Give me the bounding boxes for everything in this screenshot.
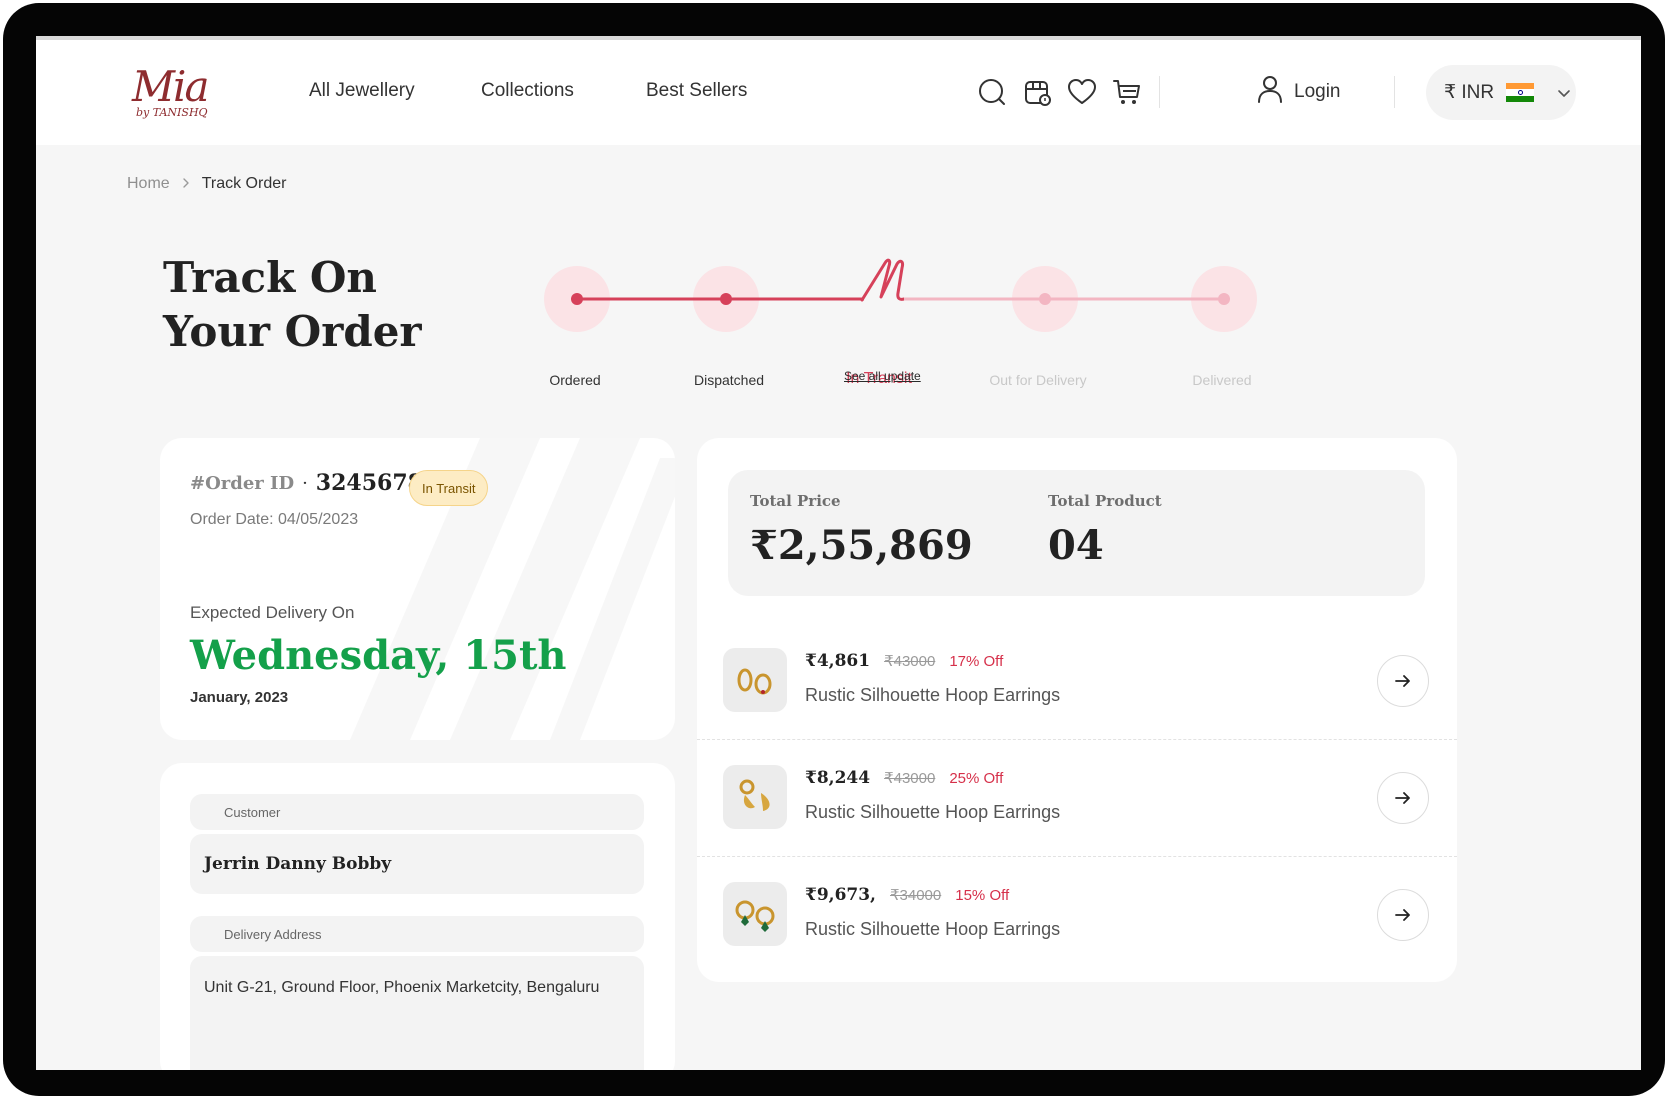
product-details-button[interactable] [1377,772,1429,824]
nav-best-sellers[interactable]: Best Sellers [646,80,747,102]
logo-subtext: by TANISHQ [136,106,208,119]
tracker-m-logo [860,258,906,302]
order-id-separator: · [302,472,308,494]
product-price-current: ₹4,861 [805,651,871,671]
arrow-right-icon [1395,909,1410,921]
product-price-original: ₹43000 [884,653,936,670]
page-title: Track On Your Order [163,251,422,359]
customer-card: Customer Jerrin Danny Bobby Delivery Add… [160,763,675,1070]
product-name: Rustic Silhouette Hoop Earrings [805,685,1061,705]
breadcrumb-home[interactable]: Home [127,175,170,193]
step-label-delivered: Delivered [1192,372,1252,388]
see-all-updates-link[interactable]: See all update [844,369,921,383]
header-divider [1159,76,1160,108]
chevron-down-icon [1556,85,1572,101]
order-id-number: 3245678 [315,470,423,496]
total-price-label: Total Price [750,492,841,510]
screen: Mia by TANISHQ All Jewellery Collections… [36,36,1641,1070]
expected-delivery-label: Expected Delivery On [190,603,355,622]
totals-panel: Total Price ₹2,55,869 Total Product 04 [728,470,1425,596]
logo-wordmark: Mia [132,62,209,111]
product-price-current: ₹8,244 [805,768,871,788]
chevron-right-icon [180,176,192,192]
heart-icon[interactable] [1066,76,1098,108]
arrow-right-icon [1395,792,1410,804]
product-discount: 15% Off [955,887,1010,904]
product-name: Rustic Silhouette Hoop Earrings [805,919,1061,939]
header-divider [1394,76,1395,108]
product-image [723,648,787,712]
total-price-value: ₹2,55,869 [750,522,973,569]
search-icon[interactable] [976,76,1008,108]
breadcrumb: Home Track Order [127,175,286,193]
delivery-address-line-1: Unit G-21, Ground Floor, Phoenix Marketc… [204,979,600,996]
expected-delivery-day: Wednesday, 15th [190,632,567,679]
arrow-right-icon [1395,675,1410,687]
customer-label: Customer [190,794,644,830]
order-date: Order Date: 04/05/2023 [190,511,359,528]
page-title-line-1: Track On [163,253,377,302]
product-details-button[interactable] [1377,889,1429,941]
breadcrumb-current: Track Order [201,175,287,192]
login-label: Login [1294,81,1341,102]
customer-name: Jerrin Danny Bobby [190,834,644,894]
order-info-card: #Order ID · 3245678 In Transit Order Dat… [160,438,675,740]
product-price-original: ₹34000 [889,887,942,904]
cart-icon[interactable] [1111,76,1143,108]
product-discount: 25% Off [949,770,1004,787]
product-name: Rustic Silhouette Hoop Earrings [805,802,1061,822]
product-price: ₹4,861 ₹43000 17% Off [805,651,1003,671]
status-badge: In Transit [409,470,489,506]
product-price-original: ₹43000 [884,770,936,787]
site-header: Mia by TANISHQ All Jewellery Collections… [36,40,1641,145]
order-id-label: #Order ID [190,472,295,494]
product-price: ₹9,673, ₹34000 15% Off [805,885,1009,905]
product-row[interactable]: ₹4,861 ₹43000 17% Off Rustic Silhouette … [697,623,1457,740]
india-flag-icon [1506,83,1535,102]
page-title-line-2: Your Order [163,307,422,356]
step-label-out-for-delivery: Out for Delivery [989,372,1087,388]
total-product-label: Total Product [1048,492,1162,510]
step-dot-dispatched [720,293,732,305]
step-dot-out-for-delivery [1039,293,1051,305]
store-icon[interactable] [1021,76,1053,108]
brand-logo[interactable]: Mia by TANISHQ [132,62,212,126]
login-button[interactable]: Login [1256,76,1341,108]
step-label-dispatched: Dispatched [693,372,765,388]
delivery-address-label: Delivery Address [190,916,644,952]
order-progress-tracker: Ordered Dispatched In Transit Out for De… [536,231,1296,391]
currency-selector[interactable]: ₹ INR [1426,65,1576,120]
user-icon [1256,74,1284,110]
product-discount: 17% Off [949,653,1004,670]
step-label-ordered: Ordered [549,372,601,388]
currency-label: ₹ INR [1444,82,1495,103]
tracker-graphic [544,258,1257,332]
product-details-button[interactable] [1377,655,1429,707]
product-image [723,765,787,829]
product-image [723,882,787,946]
nav-collections[interactable]: Collections [481,80,574,102]
step-dot-delivered [1218,293,1230,305]
expected-delivery-month-year: January, 2023 [190,689,289,706]
product-row[interactable]: ₹9,673, ₹34000 15% Off Rustic Silhouette… [697,857,1457,974]
nav-all-jewellery[interactable]: All Jewellery [309,80,415,102]
delivery-address: Unit G-21, Ground Floor, Phoenix Marketc… [190,956,644,1070]
product-price-current: ₹9,673, [805,885,876,905]
product-price: ₹8,244 ₹43000 25% Off [805,768,1003,788]
order-id: #Order ID · 3245678 [190,470,423,496]
device-frame: Mia by TANISHQ All Jewellery Collections… [3,3,1665,1096]
step-dot-ordered [571,293,583,305]
product-row[interactable]: ₹8,244 ₹43000 25% Off Rustic Silhouette … [697,740,1457,857]
order-summary-card: Total Price ₹2,55,869 Total Product 04 ₹… [697,438,1457,982]
total-product-value: 04 [1048,522,1104,569]
